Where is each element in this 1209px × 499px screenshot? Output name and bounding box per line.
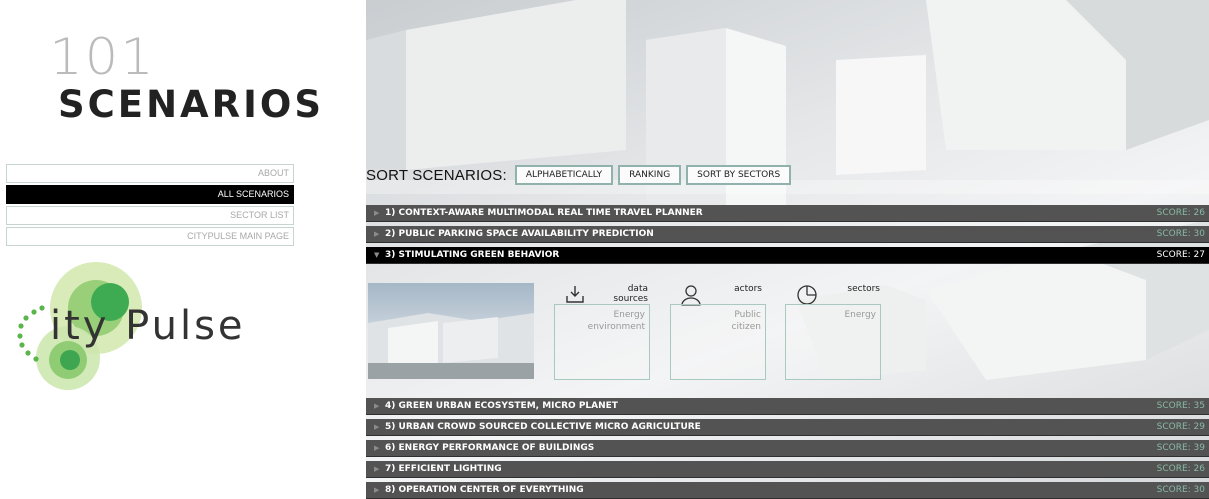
sort-bar: SORT SCENARIOS: ALPHABETICALLY RANKING S… <box>366 165 796 185</box>
scenario-row-8[interactable]: ▶ 8) OPERATION CENTER OF EVERYTHING SCOR… <box>366 482 1209 499</box>
scenario-title: 7) EFFICIENT LIGHTING <box>385 464 502 474</box>
citypulse-logo[interactable]: ity Pulse <box>0 250 300 390</box>
scenario-detail: data sources Energy environment actors P… <box>366 264 1209 397</box>
sectors-value-line1: Energy <box>844 310 876 320</box>
person-icon <box>681 285 701 306</box>
collapse-triangle-icon: ▼ <box>374 251 380 259</box>
data-sources-value-line2: environment <box>587 322 645 332</box>
actors-value-line2: citizen <box>731 322 761 332</box>
scenario-title: 3) STIMULATING GREEN BEHAVIOR <box>385 250 560 260</box>
scenario-title: 4) GREEN URBAN ECOSYSTEM, MICRO PLANET <box>385 401 618 411</box>
pie-chart-icon <box>797 285 817 305</box>
expand-triangle-icon: ▶ <box>374 230 380 238</box>
expand-triangle-icon: ▶ <box>374 465 380 473</box>
sectors-label: sectors <box>847 284 880 294</box>
scenario-score: SCORE: 27 <box>1156 250 1205 260</box>
scenario-score: SCORE: 39 <box>1156 443 1205 453</box>
sort-alphabetically-button[interactable]: ALPHABETICALLY <box>514 165 614 185</box>
expand-triangle-icon: ▶ <box>374 209 380 217</box>
scenario-score: SCORE: 30 <box>1156 229 1205 239</box>
data-sources-label: data sources <box>596 284 648 304</box>
data-sources-label-line2: sources <box>613 294 648 304</box>
scenario-row-6[interactable]: ▶ 6) ENERGY PERFORMANCE OF BUILDINGS SCO… <box>366 440 1209 457</box>
actors-value-line1: Public <box>734 310 761 320</box>
site-logo[interactable]: 101 SCENARIOS <box>49 32 325 126</box>
scenario-row-3[interactable]: ▼ 3) STIMULATING GREEN BEHAVIOR SCORE: 2… <box>366 247 1209 264</box>
scenario-title: 6) ENERGY PERFORMANCE OF BUILDINGS <box>385 443 595 453</box>
expand-triangle-icon: ▶ <box>374 402 380 410</box>
sort-label: SORT SCENARIOS: <box>366 166 507 184</box>
actors-label: actors <box>734 284 762 294</box>
scenario-row-2[interactable]: ▶ 2) PUBLIC PARKING SPACE AVAILABILITY P… <box>366 226 1209 243</box>
scenario-title: 8) OPERATION CENTER OF EVERYTHING <box>385 485 584 495</box>
side-nav: ABOUT ALL SCENARIOS SECTOR LIST CITYPULS… <box>6 164 294 248</box>
thumbnail-image <box>368 313 534 379</box>
scenario-title: 1) CONTEXT-AWARE MULTIMODAL REAL TIME TR… <box>385 208 703 218</box>
data-sources-value-line1: Energy <box>613 310 645 320</box>
actors-value: Public citizen <box>732 309 761 333</box>
sort-by-sectors-button[interactable]: SORT BY SECTORS <box>686 165 792 185</box>
download-tray-icon <box>566 286 584 303</box>
expand-triangle-icon: ▶ <box>374 423 380 431</box>
actors-box[interactable]: Public citizen <box>670 304 766 380</box>
scenario-row-7[interactable]: ▶ 7) EFFICIENT LIGHTING SCORE: 26 <box>366 461 1209 478</box>
scenario-title: 2) PUBLIC PARKING SPACE AVAILABILITY PRE… <box>385 229 654 239</box>
sectors-box[interactable]: Energy <box>785 304 881 380</box>
data-sources-label-line1: data <box>627 284 648 294</box>
scenario-score: SCORE: 35 <box>1156 401 1205 411</box>
scenario-row-4[interactable]: ▶ 4) GREEN URBAN ECOSYSTEM, MICRO PLANET… <box>366 398 1209 415</box>
scenario-thumbnail[interactable] <box>368 283 534 379</box>
nav-sector-list[interactable]: SECTOR LIST <box>6 206 294 225</box>
scenario-title: 5) URBAN CROWD SOURCED COLLECTIVE MICRO … <box>385 422 701 432</box>
citypulse-logo-text: ity Pulse <box>50 303 246 349</box>
expand-triangle-icon: ▶ <box>374 444 380 452</box>
nav-all-scenarios[interactable]: ALL SCENARIOS <box>6 185 294 204</box>
scenario-score: SCORE: 30 <box>1156 485 1205 495</box>
nav-about[interactable]: ABOUT <box>6 164 294 183</box>
data-sources-value: Energy environment <box>588 309 645 333</box>
scenario-row-5[interactable]: ▶ 5) URBAN CROWD SOURCED COLLECTIVE MICR… <box>366 419 1209 436</box>
nav-citypulse-main[interactable]: CITYPULSE MAIN PAGE <box>6 227 294 246</box>
data-sources-box[interactable]: Energy environment <box>554 304 650 380</box>
scenario-score: SCORE: 29 <box>1156 422 1205 432</box>
sort-ranking-button[interactable]: RANKING <box>618 165 682 185</box>
scenario-row-1[interactable]: ▶ 1) CONTEXT-AWARE MULTIMODAL REAL TIME … <box>366 205 1209 222</box>
logo-wordmark: SCENARIOS <box>58 83 325 126</box>
expand-triangle-icon: ▶ <box>374 486 380 494</box>
scenario-score: SCORE: 26 <box>1156 208 1205 218</box>
sectors-value: Energy <box>844 309 876 321</box>
logo-number: 101 <box>49 28 156 86</box>
scenario-score: SCORE: 26 <box>1156 464 1205 474</box>
